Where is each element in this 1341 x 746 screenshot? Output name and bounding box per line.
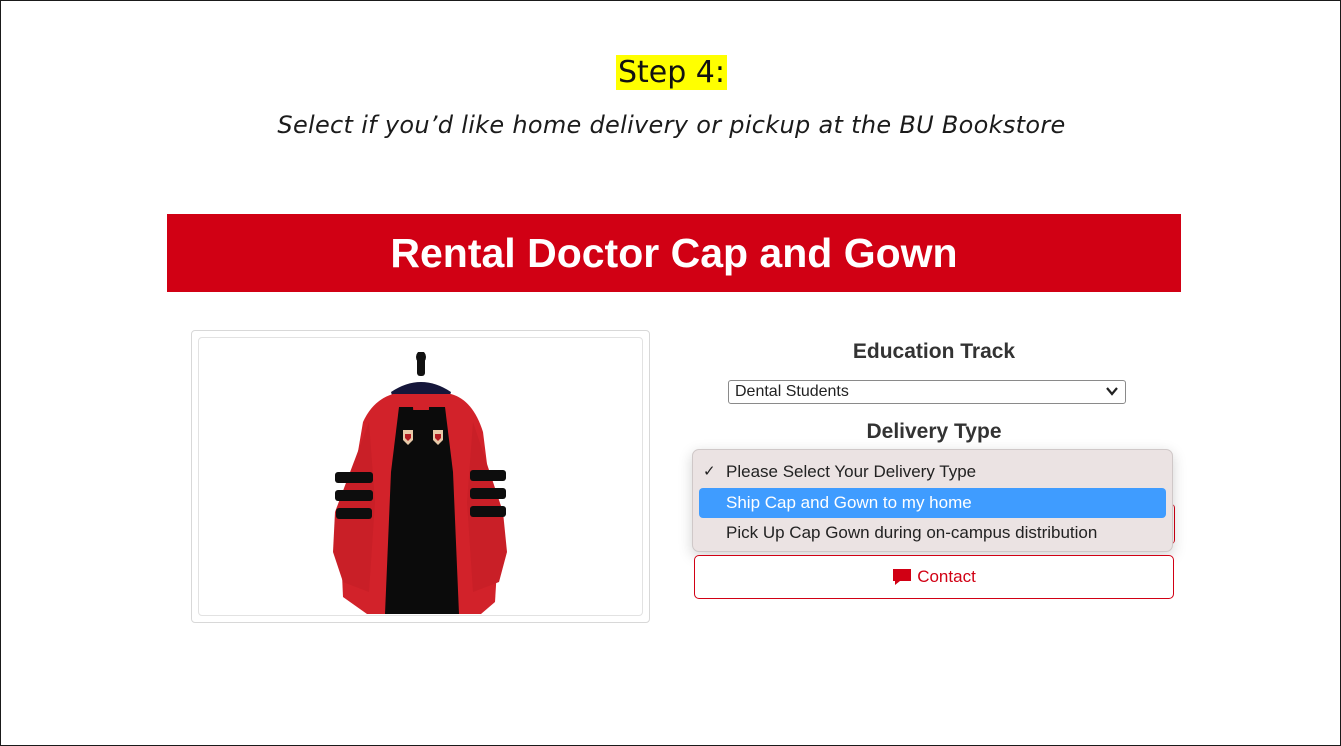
- delivery-option-placeholder[interactable]: ✓ Please Select Your Delivery Type: [699, 457, 1166, 487]
- product-title-banner: Rental Doctor Cap and Gown: [167, 214, 1181, 292]
- step-subtitle: Select if you’d like home delivery or pi…: [277, 111, 1066, 139]
- step-title-text: Step 4:: [615, 55, 728, 90]
- comment-icon: [893, 569, 912, 585]
- delivery-type-label: Delivery Type: [866, 420, 1002, 443]
- product-image-frame: [198, 337, 643, 616]
- contact-button[interactable]: Contact: [694, 555, 1174, 599]
- contact-label: Contact: [917, 567, 976, 586]
- delivery-option-label: Please Select Your Delivery Type: [726, 462, 977, 481]
- chevron-down-icon: [1106, 387, 1118, 396]
- education-track-label: Education Track: [852, 340, 1016, 363]
- step-title: Step 4:: [1, 51, 1341, 95]
- slide-frame: Step 4: Select if you’d like home delive…: [0, 0, 1341, 746]
- checkmark-icon: ✓: [703, 463, 716, 480]
- delivery-option-label: Pick Up Cap Gown during on-campus distri…: [726, 523, 1098, 542]
- doctoral-gown-image: [333, 352, 507, 614]
- delivery-option-pickup[interactable]: Pick Up Cap Gown during on-campus distri…: [699, 518, 1166, 548]
- education-track-select[interactable]: Dental Students: [728, 380, 1126, 404]
- delivery-option-label: Ship Cap and Gown to my home: [726, 493, 972, 512]
- delivery-type-dropdown[interactable]: ✓ Please Select Your Delivery Type Ship …: [692, 449, 1173, 552]
- education-track-value: Dental Students: [735, 383, 849, 400]
- product-image-card: [191, 330, 650, 623]
- delivery-option-ship-home[interactable]: Ship Cap and Gown to my home: [699, 488, 1166, 518]
